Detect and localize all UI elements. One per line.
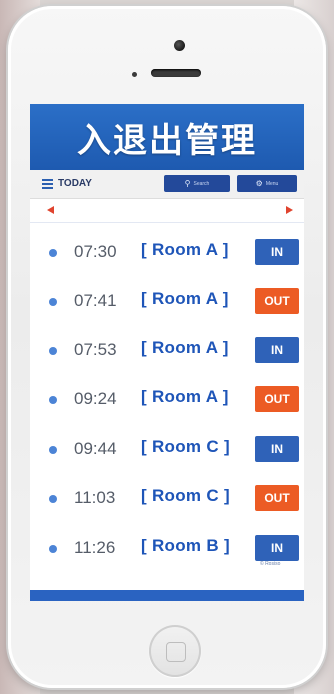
list-item[interactable]: 09:44 [ Room C ] IN	[30, 425, 304, 474]
status-badge[interactable]: OUT	[255, 485, 299, 511]
today-label[interactable]: TODAY	[58, 178, 92, 189]
menu-button-label: Menu	[265, 180, 279, 187]
status-badge[interactable]: IN	[255, 337, 299, 363]
triangle-left-icon[interactable]	[47, 206, 54, 214]
menu-button[interactable]: ⚙ Menu	[237, 175, 297, 192]
search-button-label: Search	[193, 180, 210, 187]
status-badge[interactable]: IN	[255, 535, 299, 561]
bottom-bar	[30, 590, 304, 601]
list-item[interactable]: 07:41 [ Room A ] OUT	[30, 277, 304, 326]
toolbar: TODAY ⚲ Search ⚙ Menu	[30, 170, 304, 199]
proximity-sensor	[132, 72, 137, 77]
bullet-dot	[49, 347, 57, 355]
entry-room: [ Room A ]	[141, 387, 229, 406]
entry-time: 11:03	[74, 488, 116, 507]
entry-room: [ Room A ]	[141, 289, 229, 308]
entry-time: 11:26	[74, 538, 116, 557]
list-item[interactable]: 09:24 [ Room A ] OUT	[30, 375, 304, 424]
list-item[interactable]: 07:53 [ Room A ] IN	[30, 326, 304, 375]
status-badge[interactable]: IN	[255, 239, 299, 265]
front-camera	[174, 40, 185, 51]
entry-room: [ Room A ]	[141, 338, 229, 357]
entry-time: 09:44	[74, 439, 117, 458]
home-button-icon	[166, 642, 186, 662]
status-badge[interactable]: OUT	[255, 288, 299, 314]
date-navigation	[30, 198, 304, 223]
entry-room: [ Room B ]	[141, 536, 230, 555]
entry-room: [ Room C ]	[141, 437, 230, 456]
earpiece-speaker	[151, 69, 201, 77]
search-icon: ⚲	[184, 179, 191, 188]
entry-room: [ Room C ]	[141, 486, 230, 505]
entry-time: 09:24	[74, 389, 117, 408]
entry-time: 07:41	[74, 291, 117, 310]
app-title: 入退出管理	[77, 120, 257, 161]
bullet-dot	[49, 396, 57, 404]
status-badge[interactable]: OUT	[255, 386, 299, 412]
phone-screen: 入退出管理 TODAY ⚲ Search ⚙ Menu 07:30 [ Room…	[30, 104, 304, 601]
entry-time: 07:53	[74, 340, 117, 359]
bullet-dot	[49, 446, 57, 454]
bullet-dot	[49, 249, 57, 257]
bullet-dot	[49, 495, 57, 503]
gear-icon: ⚙	[255, 179, 263, 188]
hamburger-icon[interactable]	[42, 179, 53, 189]
bullet-dot	[49, 545, 57, 553]
footer-note: © Rosiso	[260, 561, 281, 567]
entry-time: 07:30	[74, 242, 117, 261]
list-item[interactable]: 07:30 [ Room A ] IN	[30, 228, 304, 277]
entry-room: [ Room A ]	[141, 240, 229, 259]
search-button[interactable]: ⚲ Search	[164, 175, 230, 192]
app-header: 入退出管理	[30, 104, 304, 170]
triangle-right-icon[interactable]	[286, 206, 293, 214]
bullet-dot	[49, 298, 57, 306]
status-badge[interactable]: IN	[255, 436, 299, 462]
list-item[interactable]: 11:03 [ Room C ] OUT	[30, 474, 304, 523]
